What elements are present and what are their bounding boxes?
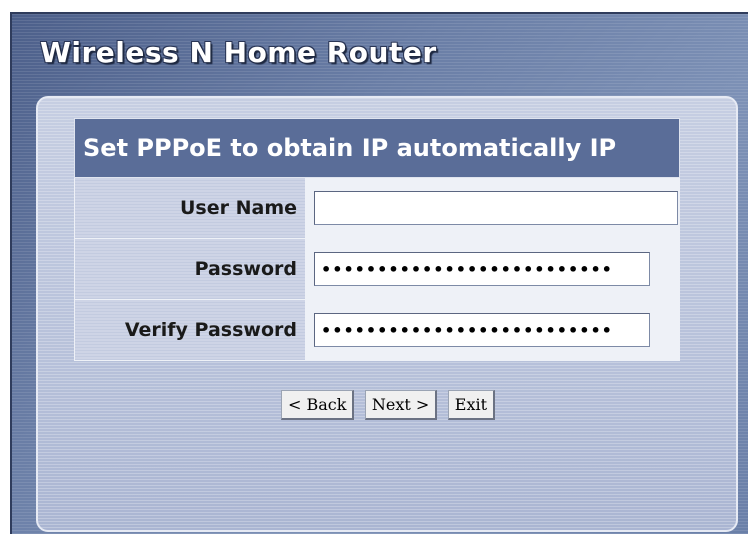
password-input[interactable] (314, 252, 650, 286)
verify-password-input[interactable] (314, 313, 650, 347)
form-row-password: Password (74, 238, 680, 300)
user-name-label: User Name (74, 177, 306, 239)
form-header-row: Set PPPoE to obtain IP automatically IP (74, 118, 680, 178)
pppoe-form: Set PPPoE to obtain IP automatically IP … (74, 118, 680, 361)
screenshot-frame: Wireless N Home Router Set PPPoE to obta… (0, 0, 750, 536)
form-row-verify-password: Verify Password (74, 299, 680, 361)
user-name-cell (305, 177, 680, 239)
back-button[interactable]: < Back (280, 390, 355, 420)
user-name-input[interactable] (314, 191, 678, 225)
verify-password-label: Verify Password (74, 299, 306, 361)
app-title: Wireless N Home Router (40, 36, 437, 69)
verify-password-cell (305, 299, 680, 361)
form-row-user-name: User Name (74, 177, 680, 239)
password-label: Password (74, 238, 306, 300)
exit-button[interactable]: Exit (447, 390, 496, 420)
router-setup-window: Wireless N Home Router Set PPPoE to obta… (10, 12, 748, 534)
form-heading: Set PPPoE to obtain IP automatically IP (74, 118, 680, 178)
wizard-button-row: < Back Next > Exit (38, 390, 738, 420)
next-button[interactable]: Next > (364, 390, 438, 420)
password-cell (305, 238, 680, 300)
wizard-panel: Set PPPoE to obtain IP automatically IP … (36, 96, 738, 532)
